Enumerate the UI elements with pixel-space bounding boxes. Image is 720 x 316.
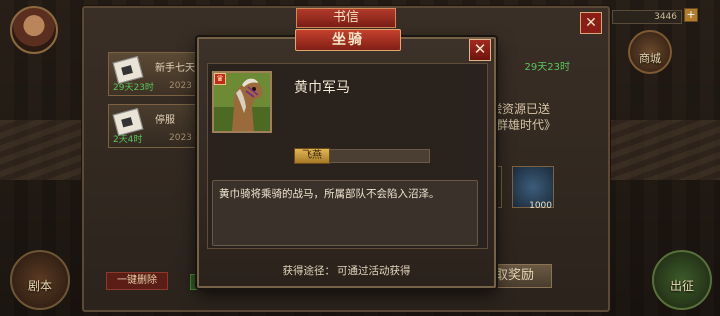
rank-badge-icon: ♛ bbox=[214, 73, 226, 85]
delete-all-button[interactable]: 一键删除 bbox=[106, 272, 168, 290]
mail-list: 新手七天 2023 29天23时 停服 2023 2天4时 bbox=[108, 52, 203, 156]
acquisition-label: 获得途径： bbox=[282, 265, 336, 277]
dialog-close-button[interactable]: ✕ bbox=[469, 39, 491, 61]
mail-list-item[interactable]: 新手七天 2023 29天23时 bbox=[108, 52, 203, 96]
mail-window-title: 书信 bbox=[296, 8, 396, 28]
mail-item-title: 停服 bbox=[155, 115, 175, 126]
mail-item-date: 2023 bbox=[169, 133, 192, 143]
mail-detail-expiry: 29天23时 bbox=[524, 62, 570, 73]
scenario-label: 剧本 bbox=[27, 279, 52, 293]
acquisition-source: 获得途径： 可通过活动获得 bbox=[199, 263, 494, 278]
mount-description: 黄巾骑将乘骑的战马，所属部队不会陷入沼泽。 bbox=[212, 180, 478, 246]
mail-item-date: 2023 bbox=[169, 81, 192, 91]
acquisition-value: 可通过活动获得 bbox=[337, 265, 411, 277]
shop-label: 商城 bbox=[639, 52, 661, 65]
reward-item-count: 1000 bbox=[529, 201, 552, 211]
mail-item-expiry: 2天4时 bbox=[113, 135, 143, 145]
player-avatar[interactable] bbox=[10, 6, 58, 54]
mount-name: 黄巾军马 bbox=[294, 80, 350, 96]
add-resource-button[interactable]: + bbox=[684, 8, 698, 22]
mail-item-title: 新手七天 bbox=[155, 63, 195, 74]
mount-dialog: 坐骑 ✕ ♛ 黄巾军马 飞燕 黄巾骑将乘骑的战马，所属部队不会陷入沼泽。 获得途… bbox=[197, 29, 496, 288]
resource-counter: 3446 bbox=[612, 10, 682, 24]
mail-close-button[interactable]: ✕ bbox=[580, 12, 602, 34]
mount-portrait: ♛ bbox=[212, 71, 272, 133]
mount-grade-tag: 飞燕 bbox=[294, 148, 330, 164]
mail-list-item[interactable]: 停服 2023 2天4时 bbox=[108, 104, 203, 148]
mail-item-expiry: 29天23时 bbox=[113, 83, 154, 93]
dialog-title: 坐骑 bbox=[295, 29, 401, 51]
march-label: 出征 bbox=[669, 279, 694, 293]
